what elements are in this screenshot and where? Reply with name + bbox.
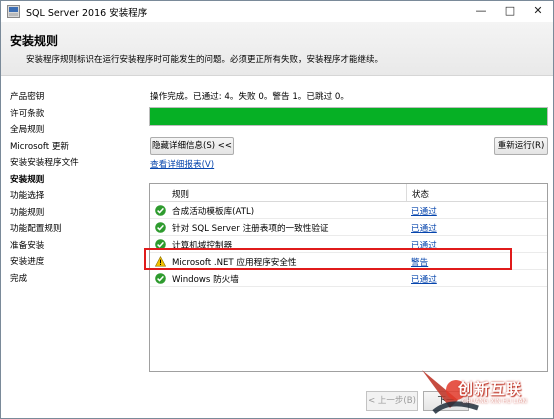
check-icon: [155, 273, 166, 284]
page-header: 安装规则 安装程序规则标识在运行安装程序时可能发生的问题。必须更正所有失败，安装…: [1, 22, 553, 76]
check-icon: [155, 222, 166, 233]
status-link[interactable]: 已通过: [411, 205, 437, 217]
view-detailed-report-link[interactable]: 查看详细报表(V): [150, 158, 214, 170]
sidebar-item-microsoft-update[interactable]: Microsoft 更新: [10, 140, 69, 152]
table-row: 合成活动模板库(ATL) 已通过: [150, 202, 547, 218]
watermark-text: 创新互联: [458, 380, 523, 398]
sidebar-item-feature-rules[interactable]: 功能规则: [10, 206, 44, 218]
rule-name: Windows 防火墙: [172, 275, 239, 285]
installer-window: SQL Server 2016 安装程序 — □ ✕ 安装规则 安装程序规则标识…: [0, 0, 554, 419]
rules-table: 规则 状态 合成活动模板库(ATL) 已通过 针对 SQL Server 注册表…: [149, 183, 548, 372]
title-bar: SQL Server 2016 安装程序 — □ ✕: [1, 1, 553, 22]
sidebar-item-complete[interactable]: 完成: [10, 272, 27, 284]
table-row: Windows 防火墙 已通过: [150, 270, 547, 286]
sidebar-item-license-terms[interactable]: 许可条款: [10, 107, 44, 119]
rule-name: 合成活动模板库(ATL): [172, 207, 255, 217]
sql-server-app-icon: [7, 5, 20, 18]
sidebar-item-install-setup-files[interactable]: 安装安装程序文件: [10, 156, 79, 168]
status-link[interactable]: 已通过: [411, 222, 437, 234]
page-title: 安装规则: [10, 34, 59, 48]
check-icon: [155, 205, 166, 216]
column-divider[interactable]: [406, 184, 407, 201]
sidebar-item-install-rules[interactable]: 安装规则: [10, 173, 44, 185]
close-button[interactable]: ✕: [524, 1, 552, 22]
watermark-subtext: CHUANG XIN HU LIAN: [462, 398, 528, 405]
rule-name: 针对 SQL Server 注册表项的一致性验证: [172, 224, 329, 234]
column-header-status[interactable]: 状态: [412, 188, 429, 200]
back-button[interactable]: < 上一步(B): [366, 391, 418, 411]
maximize-button[interactable]: □: [496, 1, 524, 22]
page-description: 安装程序规则标识在运行安装程序时可能发生的问题。必须更正所有失败，安装程序才能继…: [26, 55, 384, 65]
sidebar-item-feature-config-rules[interactable]: 功能配置规则: [10, 222, 62, 234]
table-header: 规则 状态: [150, 184, 547, 202]
window-title: SQL Server 2016 安装程序: [26, 8, 148, 19]
sidebar-item-feature-selection[interactable]: 功能选择: [10, 189, 44, 201]
status-link[interactable]: 已通过: [411, 273, 437, 285]
progress-bar-fill: [150, 108, 547, 125]
column-header-rule[interactable]: 规则: [172, 188, 189, 200]
wizard-steps-sidebar: 产品密钥 许可条款 全局规则 Microsoft 更新 安装安装程序文件 安装规…: [1, 76, 141, 383]
sidebar-item-product-key[interactable]: 产品密钥: [10, 90, 44, 102]
sidebar-item-ready-to-install[interactable]: 准备安装: [10, 239, 44, 251]
sidebar-item-global-rules[interactable]: 全局规则: [10, 123, 44, 135]
warning-row-highlight: [144, 248, 512, 270]
row-divider: [150, 286, 547, 287]
progress-bar: [149, 107, 548, 126]
sidebar-item-install-progress[interactable]: 安装进度: [10, 255, 44, 267]
operation-status: 操作完成。已通过: 4。失败 0。警告 1。已跳过 0。: [150, 92, 349, 102]
table-row: 针对 SQL Server 注册表项的一致性验证 已通过: [150, 219, 547, 235]
rerun-button[interactable]: 重新运行(R): [494, 137, 548, 155]
minimize-button[interactable]: —: [467, 1, 495, 22]
hide-details-button[interactable]: 隐藏详细信息(S) <<: [150, 137, 234, 155]
